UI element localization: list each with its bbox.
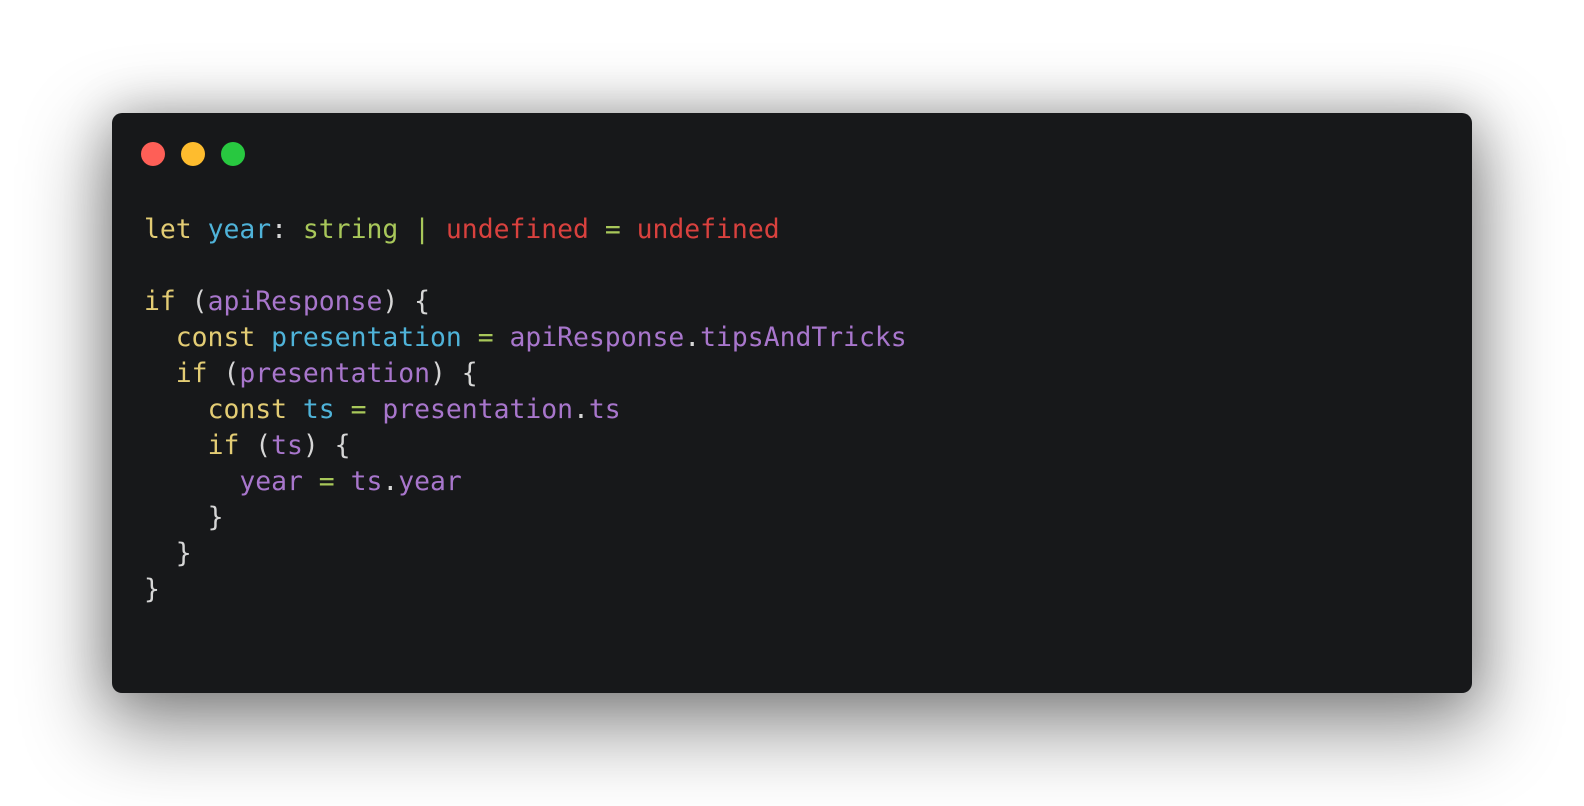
code-line: if (ts) { xyxy=(144,428,907,464)
code-token-identifier: presentation xyxy=(239,358,431,389)
code-token-type: string xyxy=(302,214,399,245)
code-token-identifier: presentation xyxy=(382,394,574,425)
code-token-punctuation xyxy=(144,502,208,533)
code-block: let year: string | undefined = undefined… xyxy=(144,212,907,608)
code-token-punctuation xyxy=(462,322,478,353)
code-token-punctuation: . xyxy=(573,394,589,425)
code-token-operator: = xyxy=(604,214,621,245)
code-token-punctuation xyxy=(303,466,319,497)
code-token-punctuation: } xyxy=(144,574,160,605)
code-token-identifier: ts xyxy=(271,430,303,461)
code-line: let year: string | undefined = undefined xyxy=(144,212,907,248)
code-token-operator: | xyxy=(414,214,431,245)
code-token-punctuation: } xyxy=(175,538,192,569)
code-token-punctuation xyxy=(287,394,303,425)
code-token-punctuation: ) { xyxy=(382,286,431,317)
code-token-punctuation xyxy=(144,538,176,569)
code-token-punctuation: : xyxy=(271,214,303,245)
code-token-declared-variable: presentation xyxy=(271,322,462,353)
code-token-punctuation: . xyxy=(684,322,701,353)
code-line: } xyxy=(144,500,907,536)
code-token-punctuation xyxy=(144,358,176,389)
code-token-punctuation xyxy=(255,322,271,353)
maximize-dot[interactable] xyxy=(221,142,245,166)
code-line: const presentation = apiResponse.tipsAnd… xyxy=(144,320,907,356)
code-token-keyword: const xyxy=(207,394,288,425)
minimize-dot[interactable] xyxy=(181,142,205,166)
code-token-identifier: year xyxy=(239,466,303,497)
code-token-punctuation xyxy=(192,214,208,245)
code-token-punctuation: ) { xyxy=(430,358,478,389)
code-token-punctuation xyxy=(144,430,208,461)
code-token-operator: = xyxy=(477,322,494,353)
code-token-punctuation: } xyxy=(207,502,224,533)
code-token-punctuation xyxy=(494,322,510,353)
code-token-identifier: tipsAndTricks xyxy=(700,322,907,353)
code-token-punctuation: . xyxy=(382,466,399,497)
code-line: } xyxy=(144,536,907,572)
code-token-punctuation xyxy=(335,394,351,425)
code-token-undefined: undefined xyxy=(636,214,780,245)
code-line: if (apiResponse) { xyxy=(144,284,907,320)
code-token-identifier: apiResponse xyxy=(207,286,383,317)
code-token-punctuation xyxy=(144,466,239,497)
code-token-punctuation xyxy=(366,394,382,425)
code-token-punctuation: ( xyxy=(207,358,240,389)
close-dot[interactable] xyxy=(141,142,165,166)
code-line: } xyxy=(144,572,907,608)
code-token-identifier: ts xyxy=(588,394,621,425)
code-token-declared-variable: year xyxy=(207,214,272,245)
code-token-punctuation xyxy=(589,214,605,245)
code-token-keyword: let xyxy=(144,214,192,245)
code-token-operator: = xyxy=(350,394,367,425)
code-window: let year: string | undefined = undefined… xyxy=(112,113,1472,693)
code-token-punctuation xyxy=(430,214,446,245)
code-token-identifier: year xyxy=(398,466,462,497)
code-token-keyword: if xyxy=(175,358,208,389)
code-token-identifier: ts xyxy=(350,466,383,497)
code-token-punctuation: ( xyxy=(239,430,272,461)
code-token-punctuation xyxy=(621,214,637,245)
window-controls xyxy=(141,142,245,166)
code-token-identifier: apiResponse xyxy=(509,322,685,353)
code-token-operator: = xyxy=(318,466,335,497)
code-token-punctuation xyxy=(144,322,176,353)
code-token-punctuation xyxy=(398,214,414,245)
code-line: const ts = presentation.ts xyxy=(144,392,907,428)
code-token-punctuation xyxy=(144,394,208,425)
code-token-punctuation: ( xyxy=(175,286,208,317)
code-token-declared-variable: ts xyxy=(302,394,335,425)
code-token-punctuation: ) { xyxy=(302,430,351,461)
code-line: year = ts.year xyxy=(144,464,907,500)
code-token-undefined: undefined xyxy=(445,214,589,245)
code-token-keyword: if xyxy=(207,430,240,461)
code-line: if (presentation) { xyxy=(144,356,907,392)
code-token-keyword: if xyxy=(144,286,176,317)
code-token-keyword: const xyxy=(175,322,256,353)
code-token-punctuation xyxy=(335,466,351,497)
